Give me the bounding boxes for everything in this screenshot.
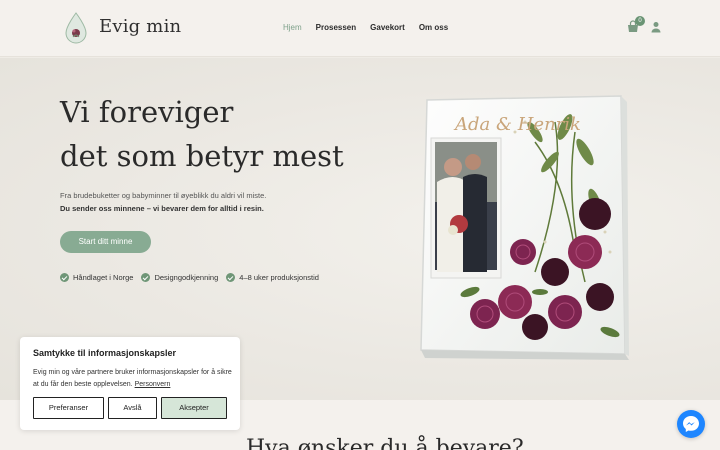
main-nav: Hjem Prosessen Gavekort Om oss xyxy=(283,23,462,32)
cookie-consent-dialog: Samtykke til informasjonskapsler Evig mi… xyxy=(20,337,240,430)
messenger-icon xyxy=(683,416,699,432)
feature-item: Designgodkjenning xyxy=(141,273,218,282)
feature-label: Håndlaget i Norge xyxy=(73,273,134,282)
logo-drop-icon[interactable] xyxy=(64,12,88,44)
feature-list: Håndlaget i Norge Designgodkjenning 4–8 … xyxy=(60,273,327,282)
resin-block-product-image: Ada & Henrik xyxy=(420,95,629,360)
hero-title-line2: det som betyr mest xyxy=(60,139,344,173)
cart-count-badge: 0 xyxy=(635,16,645,26)
privacy-link[interactable]: Personvern xyxy=(135,381,171,388)
feature-item: Håndlaget i Norge xyxy=(60,273,133,282)
nav-item-gavekort[interactable]: Gavekort xyxy=(370,23,405,32)
cookie-title: Samtykke til informasjonskapsler xyxy=(33,348,177,358)
start-memory-button[interactable]: Start ditt minne xyxy=(60,231,151,253)
cookie-accept-button[interactable]: Aksepter xyxy=(161,397,227,419)
check-icon xyxy=(141,273,151,282)
product-script-text: Ada & Henrik xyxy=(453,114,581,135)
user-icon[interactable] xyxy=(650,21,662,33)
messenger-chat-button[interactable] xyxy=(677,410,705,438)
hero-title: Vi foreviger det som betyr mest xyxy=(60,90,344,178)
nav-item-prosessen[interactable]: Prosessen xyxy=(316,23,356,32)
nav-item-om-oss[interactable]: Om oss xyxy=(419,23,448,32)
cookie-decline-button[interactable]: Avslå xyxy=(108,397,157,419)
cookie-preferences-button[interactable]: Preferanser xyxy=(33,397,104,419)
cookie-text-body: Evig min og våre partnere bruker informa… xyxy=(33,369,232,388)
brand-name[interactable]: Evig min xyxy=(99,16,181,37)
cookie-text: Evig min og våre partnere bruker informa… xyxy=(33,367,233,391)
nav-item-hjem[interactable]: Hjem xyxy=(283,23,302,32)
feature-item: 4–8 uker produksjonstid xyxy=(226,273,319,282)
hero-subtitle: Fra brudebuketter og babyminner til øyeb… xyxy=(60,191,267,200)
hero-subtitle-bold: Du sender oss minnene – vi bevarer dem f… xyxy=(60,204,264,213)
hero-title-line1: Vi foreviger xyxy=(60,95,234,129)
section-heading: Hva ønsker du å bevare? xyxy=(246,436,524,450)
check-icon xyxy=(60,273,69,282)
feature-label: 4–8 uker produksjonstid xyxy=(239,273,319,282)
check-icon xyxy=(226,273,236,282)
feature-label: Designgodkjenning xyxy=(154,273,219,282)
site-header: Evig min Hjem Prosessen Gavekort Om oss … xyxy=(0,0,720,57)
